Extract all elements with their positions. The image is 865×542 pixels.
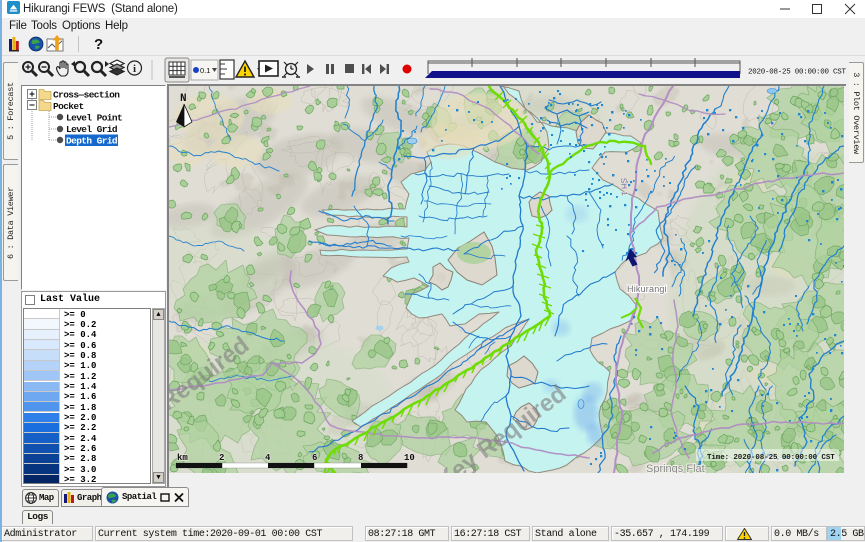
svg-text:2020-08-25 00:00:00 CST: 2020-08-25 00:00:00 CST (748, 69, 846, 77)
svg-text:SH 1: SH 1 (619, 178, 629, 197)
svg-text:Hikurangi: Hikurangi (627, 284, 667, 294)
svg-text:Pocket: Pocket (53, 101, 84, 112)
svg-text:8: 8 (358, 453, 363, 463)
svg-text:2: 2 (219, 453, 224, 463)
svg-text:10: 10 (404, 453, 415, 463)
svg-text:Level Grid: Level Grid (66, 124, 118, 135)
svg-text:4: 4 (265, 453, 271, 463)
svg-text:Level Point: Level Point (66, 113, 122, 124)
svg-text:6: 6 (312, 453, 317, 463)
svg-text:Time: 2020-08-25 00:00:00 CST: Time: 2020-08-25 00:00:00 CST (707, 454, 835, 462)
svg-text:N: N (180, 93, 187, 105)
svg-text:0.1: 0.1 (200, 66, 210, 75)
svg-text:?: ? (94, 36, 103, 53)
svg-text:km: km (177, 453, 188, 463)
svg-text:i: i (133, 63, 136, 75)
svg-text:Depth Grid: Depth Grid (66, 136, 118, 147)
svg-text:Springs Flat: Springs Flat (646, 463, 705, 473)
svg-text:Cross—section: Cross—section (53, 90, 120, 101)
